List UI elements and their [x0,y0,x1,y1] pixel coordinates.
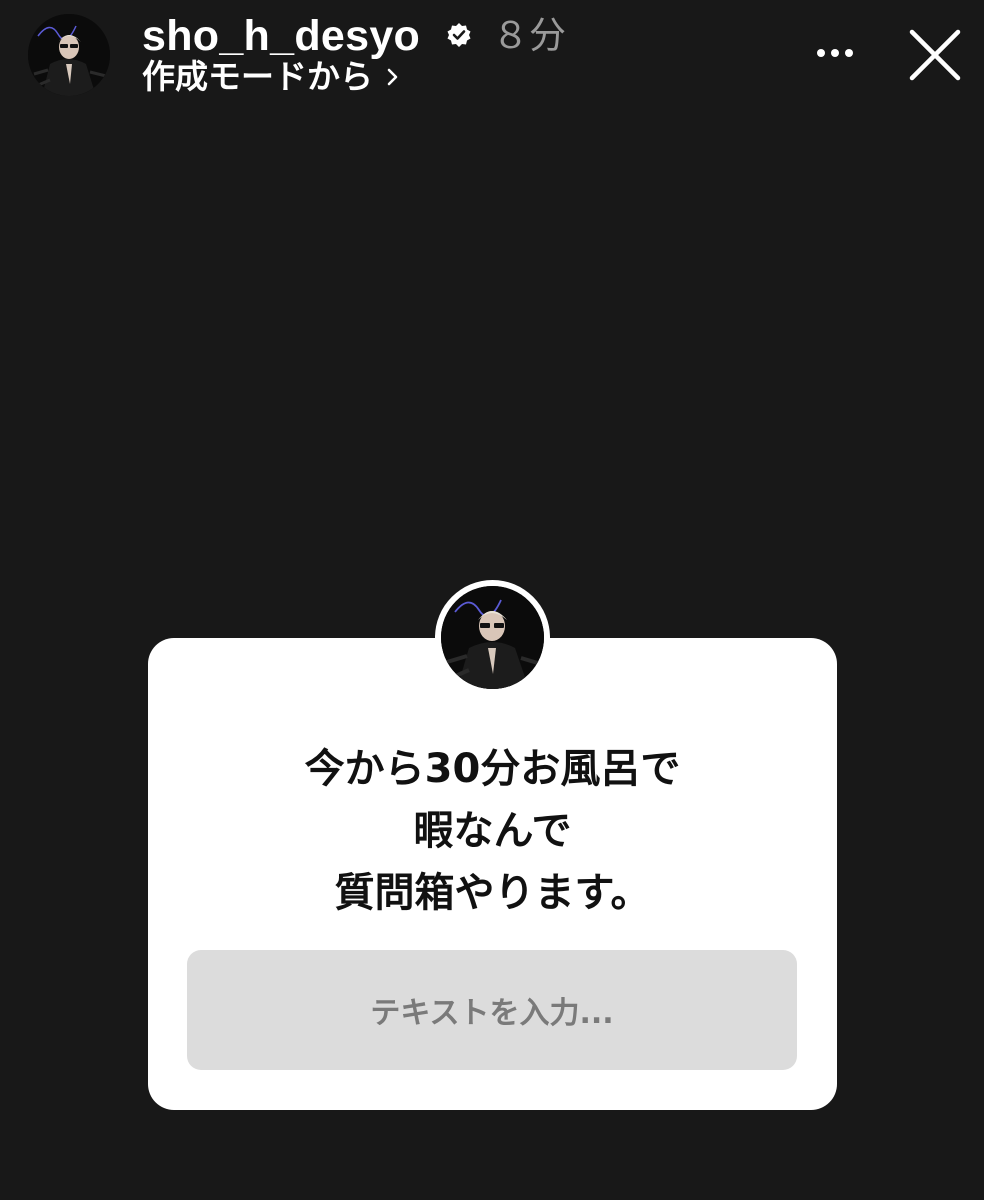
question-line: 暇なんで [413,808,572,854]
question-sticker[interactable]: 今から30分お風呂で 暇なんで 質問箱やります。 テキストを入力... [148,638,837,1110]
chevron-right-icon [387,68,398,86]
creation-mode-link[interactable]: 作成モードから [142,58,401,96]
profile-avatar[interactable] [28,14,110,96]
story-screen: sho_h_desyo ８分 作成モードから 今から30分お風呂で 暇なんで 質… [0,0,984,1200]
question-line: 今から30分お風呂で [304,746,681,792]
sticker-avatar [435,580,550,695]
post-time: ８分 [492,14,566,57]
verified-badge-icon [447,23,471,47]
close-icon[interactable] [906,26,964,84]
answer-input[interactable]: テキストを入力... [187,950,797,1070]
profile-photo-icon [28,14,110,96]
question-text: 今から30分お風呂で 暇なんで 質問箱やります。 [188,738,797,924]
more-options-icon[interactable] [812,38,858,68]
question-line: 質問箱やります。 [334,870,651,916]
creation-mode-label: 作成モードから [142,57,373,96]
username[interactable]: sho_h_desyo [142,13,420,59]
sticker-profile-photo-icon [441,586,544,689]
